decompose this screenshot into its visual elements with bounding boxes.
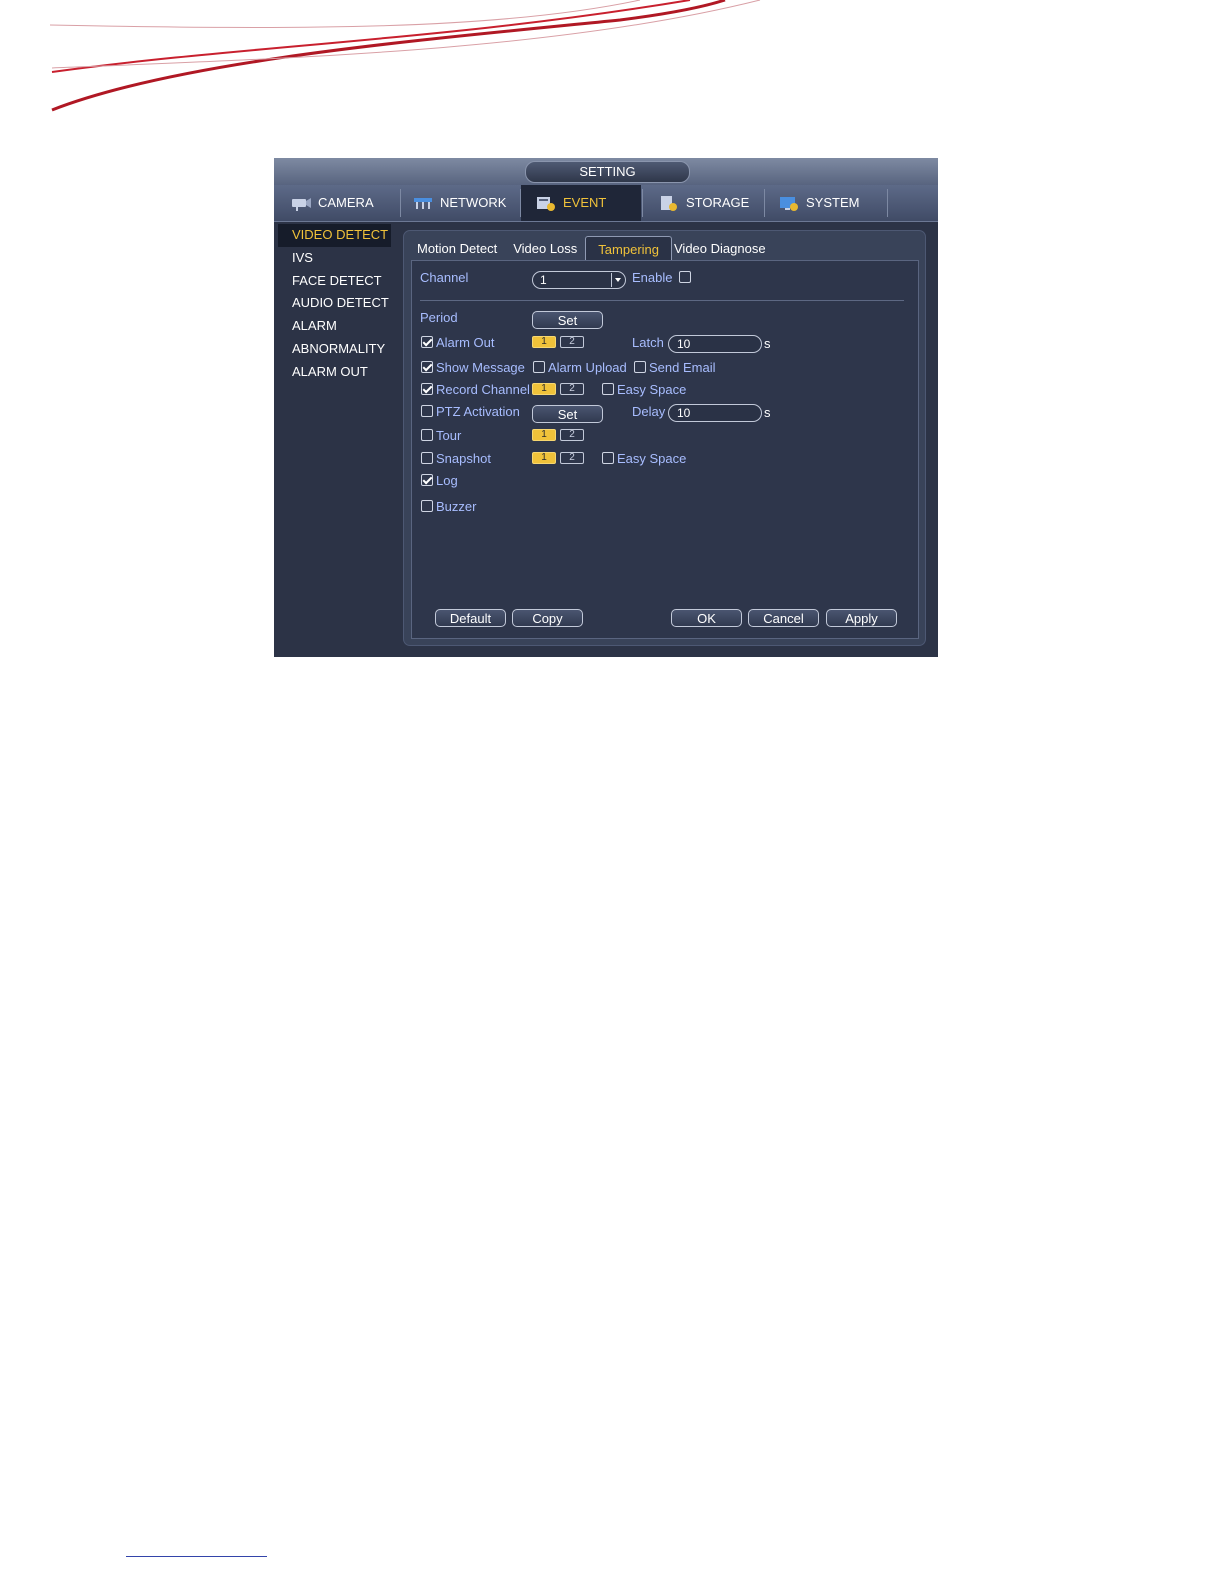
sidebar-item-alarm[interactable]: ALARM bbox=[278, 315, 391, 338]
snapshot-easy-space-checkbox[interactable] bbox=[602, 452, 614, 464]
menu-tab-camera[interactable]: CAMERA bbox=[280, 185, 400, 221]
ok-button[interactable]: OK bbox=[671, 609, 742, 627]
menu-tab-event[interactable]: EVENT bbox=[521, 185, 641, 221]
sidebar-item-ivs[interactable]: IVS bbox=[278, 247, 391, 270]
tab-video-loss[interactable]: Video Loss bbox=[505, 236, 585, 262]
default-button[interactable]: Default bbox=[435, 609, 506, 627]
main-menu: CAMERA NETWORK EVENT STORAGE SYSTEM bbox=[274, 185, 938, 222]
tab-motion-detect[interactable]: Motion Detect bbox=[409, 236, 505, 262]
apply-button[interactable]: Apply bbox=[826, 609, 897, 627]
send-email-checkbox[interactable] bbox=[634, 361, 646, 373]
snapshot-easy-space-label: Easy Space bbox=[617, 451, 687, 466]
record-easy-space-checkbox[interactable] bbox=[602, 383, 614, 395]
tour-label: Tour bbox=[436, 428, 462, 443]
window-title: SETTING bbox=[525, 161, 690, 183]
buzzer-label: Buzzer bbox=[436, 499, 477, 514]
storage-icon bbox=[661, 196, 677, 211]
network-icon bbox=[414, 198, 432, 209]
menu-tab-label: SYSTEM bbox=[806, 195, 860, 210]
snapshot-channel-2[interactable]: 2 bbox=[560, 452, 584, 464]
menu-tab-label: CAMERA bbox=[318, 195, 374, 210]
menu-tab-label: NETWORK bbox=[440, 195, 507, 210]
alarm-upload-checkbox[interactable] bbox=[533, 361, 545, 373]
tab-tampering[interactable]: Tampering bbox=[585, 236, 672, 263]
log-label: Log bbox=[436, 473, 458, 488]
menu-separator bbox=[400, 189, 401, 217]
copy-button[interactable]: Copy bbox=[512, 609, 583, 627]
delay-unit: s bbox=[764, 405, 771, 420]
sidebar-item-face-detect[interactable]: FACE DETECT bbox=[278, 270, 391, 293]
sidebar-item-video-detect[interactable]: VIDEO DETECT bbox=[278, 224, 391, 247]
show-message-checkbox[interactable] bbox=[421, 361, 433, 373]
alarm-out-checkbox[interactable] bbox=[421, 336, 433, 348]
menu-tab-network[interactable]: NETWORK bbox=[402, 185, 520, 221]
record-channel-1[interactable]: 1 bbox=[532, 383, 556, 395]
tampering-form: Channel 1 Enable Period Set Alarm Out 1 … bbox=[411, 260, 919, 639]
channel-select[interactable]: 1 bbox=[532, 271, 626, 289]
menu-separator bbox=[887, 189, 888, 217]
ptz-activation-label: PTZ Activation bbox=[436, 404, 520, 419]
system-icon bbox=[780, 197, 798, 211]
menu-separator bbox=[642, 189, 643, 217]
enable-checkbox[interactable] bbox=[679, 271, 691, 283]
chevron-down-icon bbox=[611, 273, 624, 287]
tour-channel-1[interactable]: 1 bbox=[532, 429, 556, 441]
tour-channel-2[interactable]: 2 bbox=[560, 429, 584, 441]
record-easy-space-label: Easy Space bbox=[617, 382, 687, 397]
footer-link-underline bbox=[126, 1556, 267, 1557]
alarm-out-channel-1[interactable]: 1 bbox=[532, 336, 556, 348]
log-checkbox[interactable] bbox=[421, 474, 433, 486]
menu-separator bbox=[764, 189, 765, 217]
cancel-button[interactable]: Cancel bbox=[748, 609, 819, 627]
setting-window: SETTING CAMERA NETWORK EVENT STORAGE SYS… bbox=[274, 158, 938, 657]
subtab-bar: Motion Detect Video Loss Tampering Video… bbox=[409, 236, 774, 263]
sidebar-item-alarm-out[interactable]: ALARM OUT bbox=[278, 361, 391, 384]
sidebar-item-abnormality[interactable]: ABNORMALITY bbox=[278, 338, 391, 361]
menu-tab-system[interactable]: SYSTEM bbox=[768, 185, 886, 221]
menu-tab-label: STORAGE bbox=[686, 195, 750, 210]
camera-icon bbox=[292, 198, 311, 211]
period-set-button[interactable]: Set bbox=[532, 311, 603, 329]
record-channel-2[interactable]: 2 bbox=[560, 383, 584, 395]
period-label: Period bbox=[420, 310, 458, 325]
menu-tab-storage[interactable]: STORAGE bbox=[644, 185, 764, 221]
header-swoosh-graphic bbox=[49, 0, 761, 112]
latch-label: Latch bbox=[632, 335, 664, 350]
delay-input[interactable]: 10 bbox=[668, 404, 762, 422]
alarm-out-label: Alarm Out bbox=[436, 335, 495, 350]
alarm-out-channel-2[interactable]: 2 bbox=[560, 336, 584, 348]
tour-checkbox[interactable] bbox=[421, 429, 433, 441]
tab-video-diagnose[interactable]: Video Diagnose bbox=[672, 236, 774, 262]
title-bar: SETTING bbox=[274, 158, 938, 185]
show-message-label: Show Message bbox=[436, 360, 525, 375]
menu-tab-label: EVENT bbox=[563, 195, 607, 210]
snapshot-channel-1[interactable]: 1 bbox=[532, 452, 556, 464]
latch-unit: s bbox=[764, 336, 771, 351]
enable-label: Enable bbox=[632, 270, 673, 285]
buzzer-checkbox[interactable] bbox=[421, 500, 433, 512]
latch-input[interactable]: 10 bbox=[668, 335, 762, 353]
snapshot-checkbox[interactable] bbox=[421, 452, 433, 464]
record-channel-checkbox[interactable] bbox=[421, 383, 433, 395]
divider bbox=[420, 300, 904, 301]
alarm-upload-label: Alarm Upload bbox=[548, 360, 627, 375]
channel-label: Channel bbox=[420, 270, 469, 285]
record-channel-label: Record Channel bbox=[436, 382, 530, 397]
sidebar: VIDEO DETECT IVS FACE DETECT AUDIO DETEC… bbox=[278, 224, 391, 384]
send-email-label: Send Email bbox=[649, 360, 716, 375]
delay-label: Delay bbox=[632, 404, 666, 419]
ptz-set-button[interactable]: Set bbox=[532, 405, 603, 423]
snapshot-label: Snapshot bbox=[436, 451, 491, 466]
sidebar-item-audio-detect[interactable]: AUDIO DETECT bbox=[278, 292, 391, 315]
ptz-activation-checkbox[interactable] bbox=[421, 405, 433, 417]
event-icon bbox=[537, 197, 555, 211]
channel-select-value: 1 bbox=[540, 273, 547, 287]
settings-panel: Motion Detect Video Loss Tampering Video… bbox=[403, 230, 926, 646]
